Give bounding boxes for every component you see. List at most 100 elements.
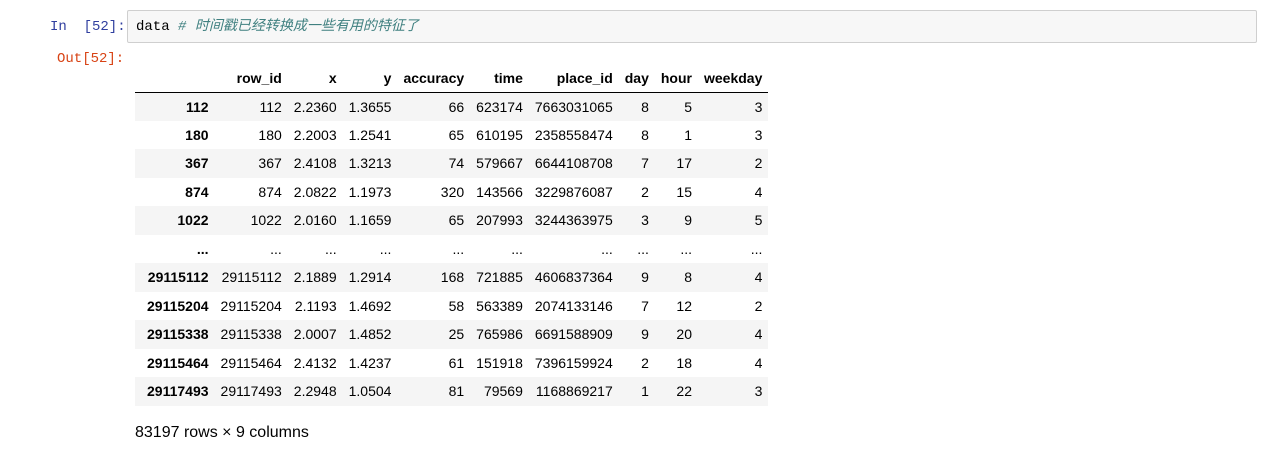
cell-weekday: 2	[754, 155, 763, 172]
cell-day: 8	[641, 126, 649, 143]
cell-weekday: 4	[754, 183, 763, 200]
cell-place_id: 4606837364	[534, 269, 613, 286]
table-row: 874 874 2.0822 1.1973 320 143566 3229876087 2 15…	[135, 177, 769, 206]
cell-day: 3	[641, 212, 649, 229]
row-index: 1022	[177, 212, 209, 229]
cell-y: 1.3655	[348, 98, 392, 115]
cell-row_id: 29115204	[220, 297, 282, 314]
cell-hour: 12	[676, 297, 692, 314]
table-row: 29115338 29115338 2.0007 1.4852 25 765986 6691…	[135, 320, 769, 349]
cell-y: 1.1659	[348, 212, 392, 229]
cell-weekday: 3	[754, 383, 763, 400]
row-index: ...	[196, 240, 209, 257]
code-input-area[interactable]: data # 时间戳已经转换成一些有用的特征了	[127, 10, 1257, 43]
cell-time: 79569	[483, 383, 523, 400]
cell-time: 563389	[476, 297, 523, 314]
table-row: 29115464 29115464 2.4132 1.4237 61 151918 7396…	[135, 348, 769, 377]
cell-hour: 20	[676, 326, 692, 343]
row-index: 112	[185, 98, 209, 115]
cell-accuracy: 320	[440, 183, 465, 200]
cell-time: 765986	[476, 326, 523, 343]
cell-row_id: 874	[258, 183, 282, 200]
input-prompt: In [52]:	[50, 19, 126, 35]
output-prompt: Out[52]:	[57, 51, 125, 67]
cell-accuracy: 74	[448, 155, 465, 172]
cell-y: ...	[379, 240, 392, 257]
cell-accuracy: 65	[448, 212, 465, 229]
row-index: 180	[185, 126, 209, 143]
cell-row_id: 367	[258, 155, 282, 172]
cell-hour: 9	[684, 212, 692, 229]
cell-accuracy: ...	[452, 240, 465, 257]
cell-day: 2	[641, 354, 649, 371]
cell-place_id: 6644108708	[534, 155, 613, 172]
cell-x: 2.4132	[293, 354, 337, 371]
column-header-y: y	[342, 64, 398, 93]
row-index: 367	[185, 155, 209, 172]
cell-y: 1.4852	[348, 326, 392, 343]
cell-place_id: 7663031065	[534, 98, 613, 115]
row-index: 29115338	[147, 326, 209, 343]
cell-day: 9	[641, 326, 649, 343]
cell-hour: 17	[676, 155, 692, 172]
cell-y: 1.0504	[348, 383, 392, 400]
table-row: 29115204 29115204 2.1193 1.4692 58 563389 2074…	[135, 291, 769, 320]
cell-place_id: 2074133146	[534, 297, 613, 314]
dataframe-table: row_id x y accuracy time place_id day hour weekd…	[135, 64, 769, 406]
cell-hour: 8	[684, 269, 692, 286]
table-header: row_id x y accuracy time place_id day hour weekd…	[135, 64, 769, 93]
table-body: 112 112 2.2360 1.3655 66 623174 7663031065 8 5 3 1…	[135, 92, 769, 406]
column-header-x: x	[287, 64, 343, 93]
table-row: 1022 1022 2.0160 1.1659 65 207993 3244363975 3 9…	[135, 206, 769, 235]
column-header-day: day	[618, 64, 655, 93]
column-header-time: time	[470, 64, 529, 93]
cell-y: 1.1973	[348, 183, 392, 200]
cell-x: 2.0822	[293, 183, 337, 200]
dataframe-shape: 83197 rows × 9 columns	[135, 424, 309, 441]
cell-accuracy: 168	[440, 269, 465, 286]
cell-time: 207993	[476, 212, 523, 229]
cell-accuracy: 66	[448, 98, 465, 115]
column-header-row_id: row_id	[214, 64, 288, 93]
cell-accuracy: 25	[448, 326, 465, 343]
cell-weekday: 4	[754, 269, 763, 286]
cell-day: 2	[641, 183, 649, 200]
index-header	[135, 64, 215, 93]
cell-day: 1	[641, 383, 649, 400]
cell-x: 2.1889	[293, 269, 337, 286]
table-row: 29115112 29115112 2.1889 1.2914 168 721885 460…	[135, 263, 769, 292]
cell-x: 2.2003	[293, 126, 337, 143]
cell-time: 610195	[476, 126, 523, 143]
cell-hour: 1	[684, 126, 692, 143]
cell-hour: ...	[680, 240, 692, 257]
cell-row_id: 29115112	[221, 269, 282, 286]
cell-place_id: 7396159924	[534, 354, 613, 371]
cell-place_id: ...	[601, 240, 613, 257]
cell-row_id: ...	[270, 240, 282, 257]
row-index: 29115204	[147, 297, 209, 314]
cell-y: 1.2914	[348, 269, 392, 286]
cell-place_id: 3229876087	[534, 183, 613, 200]
cell-day: 9	[641, 269, 649, 286]
cell-row_id: 29115338	[220, 326, 282, 343]
cell-y: 1.3213	[348, 155, 392, 172]
cell-row_id: 180	[258, 126, 282, 143]
cell-y: 1.2541	[348, 126, 392, 143]
cell-place_id: 1168869217	[535, 383, 613, 400]
cell-accuracy: 58	[448, 297, 465, 314]
output-area: row_id x y accuracy time place_id day hour weekd…	[135, 64, 769, 406]
header-row: row_id x y accuracy time place_id day hour weekd…	[135, 64, 769, 93]
cell-time: 721885	[476, 269, 523, 286]
table-row: 180 180 2.2003 1.2541 65 610195 2358558474 8 1 3	[135, 120, 769, 149]
cell-day: ...	[637, 240, 649, 257]
cell-accuracy: 65	[448, 126, 465, 143]
cell-place_id: 2358558474	[534, 126, 613, 143]
row-index: 29115112	[147, 269, 209, 286]
cell-row_id: 1022	[250, 212, 282, 229]
code-line: data # 时间戳已经转换成一些有用的特征了	[136, 19, 419, 36]
cell-hour: 15	[676, 183, 692, 200]
cell-weekday: 4	[754, 326, 763, 343]
cell-place_id: 3244363975	[534, 212, 613, 229]
table-row: 29117493 29117493 2.2948 1.0504 81 79569 11688…	[135, 377, 769, 406]
notebook-cell: In [52]: data # 时间戳已经转换成一些有用的特征了 Out[52]…	[0, 0, 1276, 455]
